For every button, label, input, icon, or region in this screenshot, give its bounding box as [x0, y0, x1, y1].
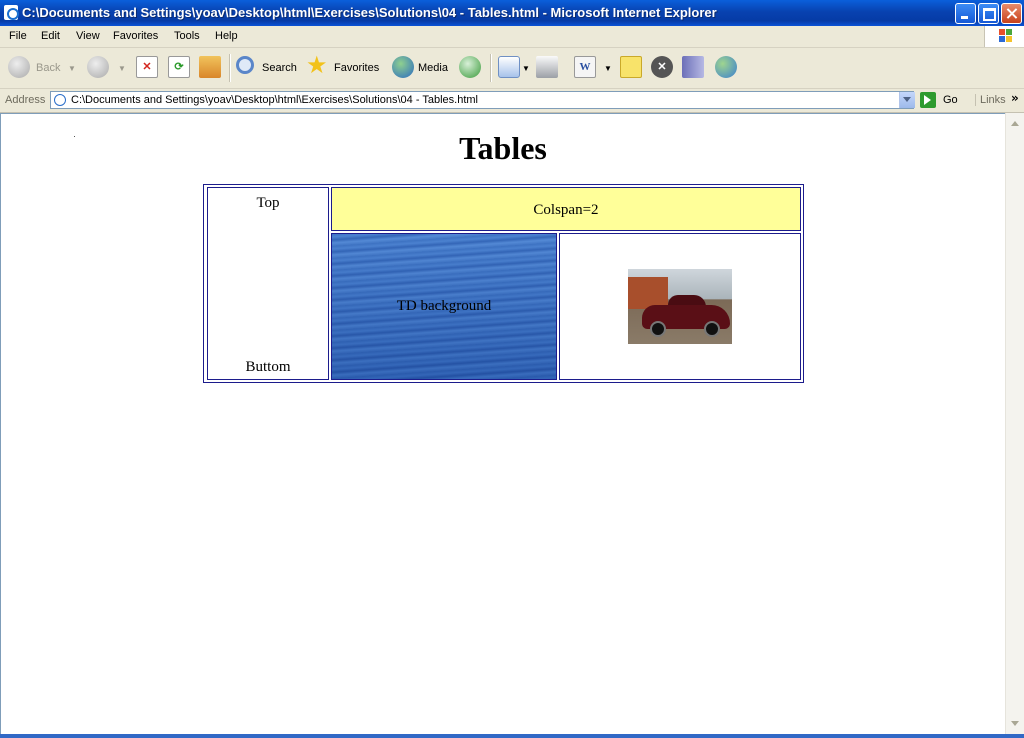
- note-icon: [620, 56, 642, 78]
- colspan-label: Colspan=2: [533, 202, 599, 218]
- word-edit-icon: W: [574, 56, 596, 78]
- research-icon: [682, 56, 704, 78]
- page-viewport: Tables Top Buttom Colspan=2 TD backgroun…: [0, 113, 1005, 734]
- toolbar-separator: [490, 54, 492, 82]
- top-label: Top: [256, 195, 280, 211]
- menu-bar: File Edit View Favorites Tools Help: [0, 26, 1024, 48]
- messenger-button[interactable]: [715, 56, 741, 80]
- go-arrow-icon: [920, 92, 936, 108]
- discuss-button[interactable]: [620, 56, 642, 80]
- image-cell: [559, 233, 801, 380]
- favorites-button[interactable]: ★ Favorites: [306, 52, 382, 80]
- favorites-star-icon: ★: [306, 52, 328, 79]
- address-label: Address: [5, 94, 46, 106]
- edit-dropdown-icon[interactable]: ▼: [604, 64, 612, 73]
- toolbar-separator: [229, 54, 231, 82]
- page-icon: [54, 94, 66, 106]
- search-icon: [236, 56, 254, 74]
- mail-button[interactable]: ▼: [498, 56, 530, 80]
- windows-logo-icon: [984, 26, 1024, 47]
- address-value[interactable]: C:\Documents and Settings\yoav\Desktop\h…: [71, 94, 478, 106]
- research-button[interactable]: [682, 56, 706, 80]
- messenger-icon: [715, 56, 737, 78]
- print-button[interactable]: [536, 56, 560, 80]
- colspan-cell: Colspan=2: [331, 187, 801, 231]
- rowspan-cell: Top Buttom: [207, 187, 329, 380]
- stop-icon: ✕: [136, 56, 158, 78]
- refresh-button[interactable]: ⟳: [168, 56, 190, 80]
- home-icon: [199, 56, 221, 78]
- block-x-icon: ✕: [651, 56, 673, 78]
- back-button[interactable]: Back ▼: [8, 56, 80, 80]
- minimize-button[interactable]: [955, 3, 976, 24]
- stop-button[interactable]: ✕: [136, 56, 158, 80]
- bottom-label: Buttom: [245, 359, 291, 375]
- car-photo: [628, 269, 732, 344]
- td-background-label: TD background: [396, 298, 492, 314]
- close-button[interactable]: [1001, 3, 1022, 24]
- search-button[interactable]: Search: [236, 56, 298, 80]
- td-background-cell: TD background: [331, 233, 557, 380]
- forward-button[interactable]: ▼: [87, 56, 127, 80]
- standard-toolbar: Back ▼ ▼ ✕ ⟳ Search ★ Favorites Media ▼ …: [0, 48, 1024, 89]
- address-dropdown-icon[interactable]: [899, 92, 915, 108]
- history-icon: [459, 56, 481, 78]
- menu-help[interactable]: Help: [215, 30, 238, 42]
- page-heading: Tables: [459, 130, 547, 166]
- menu-edit[interactable]: Edit: [41, 30, 60, 42]
- forward-arrow-icon: [87, 56, 109, 78]
- forward-dropdown-icon[interactable]: ▼: [118, 64, 126, 73]
- demo-table: Top Buttom Colspan=2 TD background: [203, 184, 804, 383]
- links-chevron-icon[interactable]: »: [1011, 91, 1019, 105]
- media-button[interactable]: Media: [392, 56, 450, 80]
- home-button[interactable]: [199, 56, 223, 80]
- scroll-up-arrow-icon[interactable]: [1007, 114, 1024, 131]
- title-bar: C:\Documents and Settings\yoav\Desktop\h…: [0, 0, 1024, 26]
- mail-icon: [498, 56, 520, 78]
- menu-view[interactable]: View: [76, 30, 100, 42]
- window-title: C:\Documents and Settings\yoav\Desktop\h…: [22, 5, 717, 20]
- refresh-icon: ⟳: [168, 56, 190, 78]
- menu-tools[interactable]: Tools: [174, 30, 200, 42]
- back-arrow-icon: [8, 56, 30, 78]
- print-icon: [536, 56, 558, 78]
- vertical-scrollbar[interactable]: [1005, 113, 1024, 734]
- links-button[interactable]: Links: [975, 94, 1006, 106]
- back-dropdown-icon[interactable]: ▼: [68, 64, 76, 73]
- ie-page-icon: [4, 5, 19, 20]
- menu-favorites[interactable]: Favorites: [113, 30, 158, 42]
- mail-dropdown-icon[interactable]: ▼: [522, 64, 530, 73]
- media-globe-icon: [392, 56, 414, 78]
- history-button[interactable]: [459, 56, 483, 80]
- menu-file[interactable]: File: [9, 30, 27, 42]
- address-input[interactable]: C:\Documents and Settings\yoav\Desktop\h…: [50, 91, 915, 109]
- status-edge: [0, 734, 1024, 738]
- scroll-down-arrow-icon[interactable]: [1007, 715, 1024, 732]
- maximize-button[interactable]: [978, 3, 999, 24]
- block-button[interactable]: ✕: [651, 56, 675, 80]
- address-bar: Address C:\Documents and Settings\yoav\D…: [0, 89, 1024, 113]
- edit-button[interactable]: W ▼: [574, 56, 614, 80]
